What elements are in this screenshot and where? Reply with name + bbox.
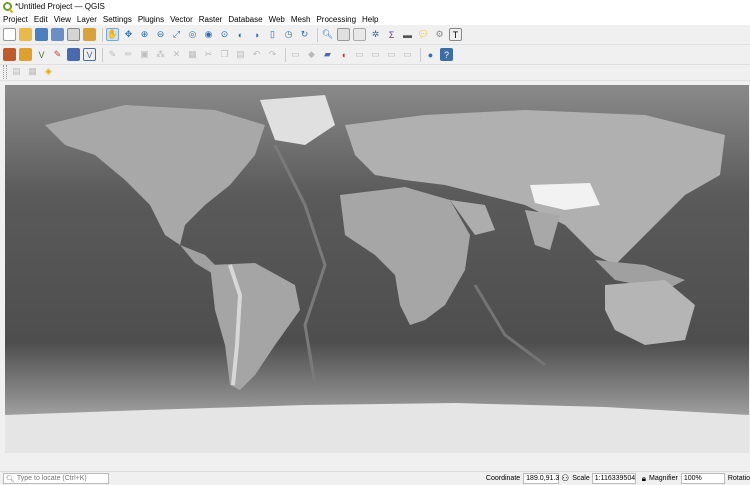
toggle-extents-icon[interactable]: ⚇ xyxy=(561,473,569,484)
copy-icon[interactable]: ❐ xyxy=(218,48,231,61)
menu-edit[interactable]: Edit xyxy=(34,15,48,24)
new-memory-layer-icon[interactable] xyxy=(67,48,80,61)
open-project-icon[interactable] xyxy=(19,28,32,41)
menu-layer[interactable]: Layer xyxy=(77,15,97,24)
qgis-logo-icon xyxy=(3,2,12,11)
rotation-label: Rotatio xyxy=(727,475,750,482)
menu-raster[interactable]: Raster xyxy=(199,15,223,24)
annotation-icon[interactable]: 💬︎ xyxy=(417,28,430,41)
menu-help[interactable]: Help xyxy=(362,15,378,24)
lock-scale-icon[interactable]: 🔒︎ xyxy=(642,474,646,484)
attribute-table-icon[interactable] xyxy=(337,28,350,41)
delete-icon[interactable]: ▦ xyxy=(186,48,199,61)
label-show-icon[interactable]: ◖ xyxy=(337,48,350,61)
digitize-icon[interactable]: ⁂ xyxy=(154,48,167,61)
scale-label: Scale xyxy=(572,475,590,482)
current-edits-icon[interactable]: ✎ xyxy=(106,48,119,61)
python-console-icon[interactable]: ● xyxy=(424,48,437,61)
deselect-icon[interactable]: ◈ xyxy=(42,65,55,78)
label-pin-icon[interactable]: ▰ xyxy=(321,48,334,61)
new-bookmark-icon[interactable]: ▯ xyxy=(266,28,279,41)
label-tool-1-icon[interactable]: ▭ xyxy=(289,48,302,61)
map-canvas[interactable] xyxy=(5,85,749,453)
vertex-tool-icon[interactable]: ✕ xyxy=(170,48,183,61)
toolbar-separator xyxy=(102,27,103,42)
data-source-manager-icon[interactable] xyxy=(3,48,16,61)
zoom-selection-icon[interactable]: ◎ xyxy=(186,28,199,41)
save-edits-icon[interactable]: ▣ xyxy=(138,48,151,61)
toolbar-separator xyxy=(102,47,103,62)
label-highlight-icon[interactable]: ▭ xyxy=(401,48,414,61)
magnifier-field[interactable]: 100% xyxy=(680,473,725,484)
print-layout-icon[interactable] xyxy=(67,28,80,41)
save-project-icon[interactable] xyxy=(35,28,48,41)
style-manager-icon[interactable] xyxy=(83,28,96,41)
undo-icon[interactable]: ↶ xyxy=(250,48,263,61)
toolbar-separator xyxy=(285,47,286,62)
pan-to-selection-icon[interactable]: ✥ xyxy=(122,28,135,41)
show-bookmarks-icon[interactable]: ◷ xyxy=(282,28,295,41)
menu-project[interactable]: Project xyxy=(3,15,28,24)
zoom-layer-icon[interactable]: ◉ xyxy=(202,28,215,41)
toggle-editing-icon[interactable]: ✏ xyxy=(122,48,135,61)
menu-settings[interactable]: Settings xyxy=(103,15,132,24)
search-icon: 🔍︎ xyxy=(6,475,15,483)
select-features-icon[interactable]: ▤ xyxy=(10,65,23,78)
refresh-icon[interactable]: ↻ xyxy=(298,28,311,41)
statistics-icon[interactable]: Σ xyxy=(385,28,398,41)
label-move-icon[interactable]: ▭ xyxy=(353,48,366,61)
measure-icon[interactable]: ▬ xyxy=(401,28,414,41)
field-calculator-icon[interactable] xyxy=(353,28,366,41)
locator-placeholder: Type to locate (Ctrl+K) xyxy=(16,475,87,482)
zoom-next-icon[interactable]: ◑ xyxy=(250,28,263,41)
paste-icon[interactable]: ▤ xyxy=(234,48,247,61)
new-spatialite-icon[interactable]: ✎ xyxy=(51,48,64,61)
identify-icon[interactable]: 🔍︎ xyxy=(321,28,334,41)
zoom-in-icon[interactable]: ⊕ xyxy=(138,28,151,41)
new-project-icon[interactable] xyxy=(3,28,16,41)
help-icon[interactable]: ? xyxy=(440,48,453,61)
label-icon[interactable]: ⚙ xyxy=(433,28,446,41)
zoom-last-icon[interactable]: ◐ xyxy=(234,28,247,41)
text-icon[interactable]: T xyxy=(449,28,462,41)
coordinate-field[interactable]: 189.0,91.3 xyxy=(523,473,559,484)
menu-database[interactable]: Database xyxy=(228,15,262,24)
pan-icon[interactable]: ✋ xyxy=(106,28,119,41)
toolbar-handle[interactable] xyxy=(3,64,7,79)
label-tool-2-icon[interactable]: ◆ xyxy=(305,48,318,61)
select-value-icon[interactable]: ▦ xyxy=(26,65,39,78)
save-as-icon[interactable] xyxy=(51,28,64,41)
redo-icon[interactable]: ↷ xyxy=(266,48,279,61)
menu-plugins[interactable]: Plugins xyxy=(138,15,164,24)
coordinate-label: Coordinate xyxy=(485,475,521,482)
status-bar: 🔍︎ Type to locate (Ctrl+K) Coordinate 18… xyxy=(0,471,750,485)
toolbar-project-navigation: ✋ ✥ ⊕ ⊖ ⤢ ◎ ◉ ⊙ ◐ ◑ ▯ ◷ ↻ 🔍︎ ✲ Σ ▬ 💬︎ ⚙ … xyxy=(0,25,750,45)
label-rotate-icon[interactable]: ▭ xyxy=(369,48,382,61)
new-geopackage-icon[interactable] xyxy=(19,48,32,61)
magnifier-label: Magnifier xyxy=(649,475,678,482)
toolbar-separator xyxy=(317,27,318,42)
label-change-icon[interactable]: ▭ xyxy=(385,48,398,61)
new-shapefile-icon[interactable]: V xyxy=(35,48,48,61)
toolbar-data-digitizing: V ✎ V ✎ ✏ ▣ ⁂ ✕ ▦ ✂ ❐ ▤ ↶ ↷ ▭ ◆ ▰ ◖ ▭ ▭ … xyxy=(0,45,750,65)
window-title: *Untitled Project — QGIS xyxy=(15,2,105,11)
world-elevation-raster xyxy=(5,85,749,453)
scale-field[interactable]: 1:116339504 xyxy=(591,473,636,484)
zoom-full-icon[interactable]: ⤢ xyxy=(170,28,183,41)
settings-icon[interactable]: ✲ xyxy=(369,28,382,41)
toolbar-separator xyxy=(420,47,421,62)
cut-icon[interactable]: ✂ xyxy=(202,48,215,61)
toolbar-selection: ▤ ▦ ◈ xyxy=(0,63,750,81)
menu-bar: Project Edit View Layer Settings Plugins… xyxy=(0,13,750,25)
menu-vector[interactable]: Vector xyxy=(170,15,193,24)
menu-view[interactable]: View xyxy=(54,15,71,24)
menu-processing[interactable]: Processing xyxy=(316,15,356,24)
title-bar: *Untitled Project — QGIS xyxy=(0,0,750,13)
menu-web[interactable]: Web xyxy=(269,15,285,24)
zoom-out-icon[interactable]: ⊖ xyxy=(154,28,167,41)
locator-input[interactable]: 🔍︎ Type to locate (Ctrl+K) xyxy=(3,473,109,484)
new-virtual-layer-icon[interactable]: V xyxy=(83,48,96,61)
menu-mesh[interactable]: Mesh xyxy=(291,15,311,24)
zoom-native-icon[interactable]: ⊙ xyxy=(218,28,231,41)
